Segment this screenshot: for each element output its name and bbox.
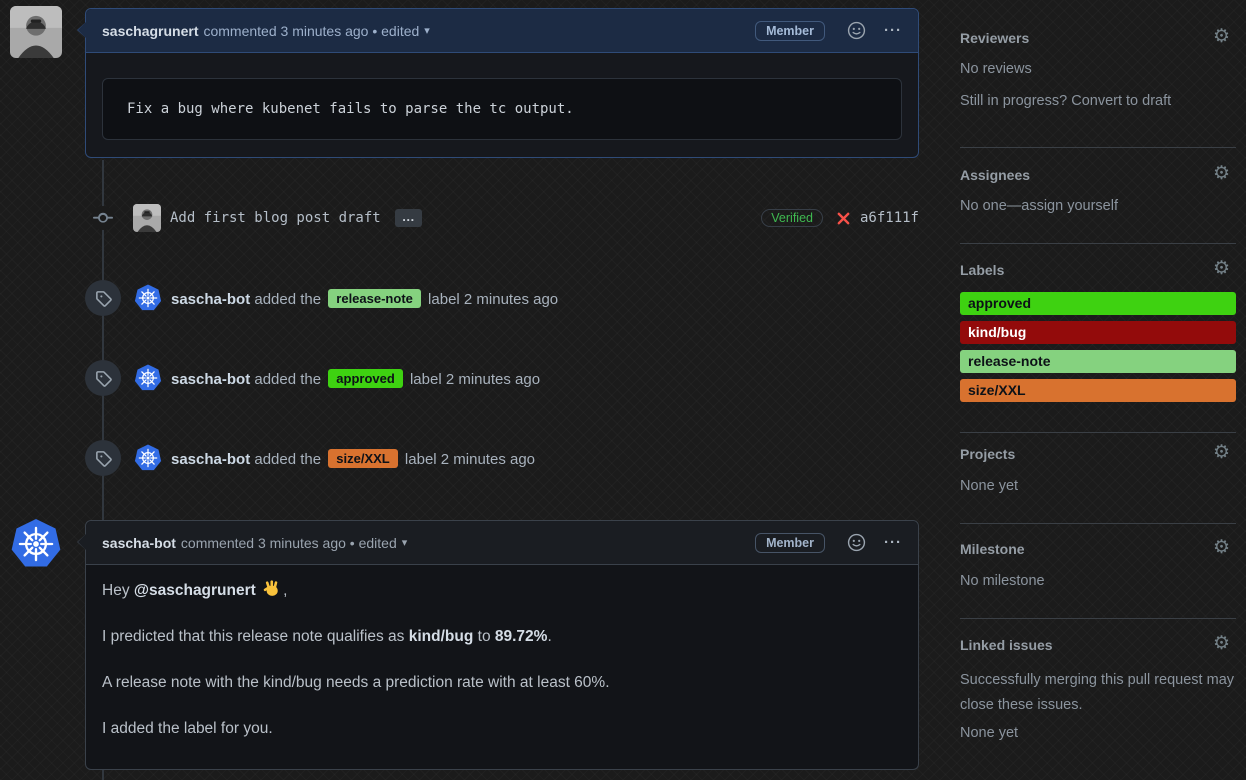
sidebar-divider xyxy=(960,432,1236,433)
reviewers-empty: No reviews xyxy=(960,61,1236,77)
comment-options-button[interactable]: ··· xyxy=(884,22,902,39)
comment-body: Hey @saschagrunert , I predicted that th… xyxy=(86,565,918,765)
verified-badge[interactable]: Verified xyxy=(761,209,823,227)
sidebar-label-size-xxl[interactable]: size/XXL xyxy=(960,379,1236,402)
bubble-caret xyxy=(78,22,86,38)
commit-event-row: Add first blog post draft … Verified a6f… xyxy=(85,200,919,236)
assignees-section-header: Assignees ⚙ xyxy=(960,167,1236,185)
reviewers-title: Reviewers xyxy=(960,30,1029,46)
sidebar-label-approved[interactable]: approved xyxy=(960,292,1236,315)
commit-sha-link[interactable]: a6f111f xyxy=(860,210,919,226)
edited-dropdown-caret[interactable]: ▾ xyxy=(402,536,408,549)
sidebar-divider xyxy=(960,618,1236,619)
labels-gear-icon[interactable]: ⚙ xyxy=(1213,259,1230,278)
label-event-row: sascha-bot added the approved label 2 mi… xyxy=(85,360,919,396)
emoji-reaction-button[interactable] xyxy=(847,21,866,40)
assignees-empty[interactable]: No one—assign yourself xyxy=(960,198,1236,214)
edited-dropdown-caret[interactable]: ▾ xyxy=(424,24,430,37)
avatar-sascha-bot[interactable] xyxy=(10,518,62,570)
linked-issues-section-header: Linked issues ⚙ xyxy=(960,637,1236,655)
wave-emoji xyxy=(262,579,281,598)
label-event-row: sascha-bot added the release-note label … xyxy=(85,280,919,316)
comment-header: sascha-bot commented 3 minutes ago • edi… xyxy=(86,521,918,565)
reviewers-hint: Still in progress? Convert to draft xyxy=(960,93,1236,109)
labels-title: Labels xyxy=(960,262,1004,278)
tag-event-badge xyxy=(85,440,121,476)
tag-event-badge xyxy=(85,360,121,396)
milestone-title: Milestone xyxy=(960,541,1025,557)
reviewers-section-header: Reviewers ⚙ xyxy=(960,30,1236,48)
comment-meta: commented 3 minutes ago • edited xyxy=(203,23,419,39)
commit-message-link[interactable]: Add first blog post draft xyxy=(170,210,381,226)
comment-paragraph: Hey @saschagrunert , xyxy=(102,579,902,603)
linked-issues-desc: Successfully merging this pull request m… xyxy=(960,668,1236,718)
milestone-gear-icon[interactable]: ⚙ xyxy=(1213,538,1230,557)
comment-author-link[interactable]: sascha-bot xyxy=(102,535,176,551)
comment-paragraph: I added the label for you. xyxy=(102,717,902,741)
linked-issues-empty: None yet xyxy=(960,725,1236,741)
sidebar-label-release-note[interactable]: release-note xyxy=(960,350,1236,373)
projects-title: Projects xyxy=(960,446,1015,462)
projects-gear-icon[interactable]: ⚙ xyxy=(1213,443,1230,462)
avatar-sascha-bot-small[interactable] xyxy=(134,284,162,312)
event-author-link[interactable]: sascha-bot xyxy=(171,371,250,388)
label-pill[interactable]: approved xyxy=(328,369,403,388)
comment-paragraph: I predicted that this release note quali… xyxy=(102,625,902,649)
event-suffix: label 2 minutes ago xyxy=(405,451,535,468)
sidebar-divider xyxy=(960,147,1236,148)
bubble-caret xyxy=(78,534,86,550)
label-pill[interactable]: size/XXL xyxy=(328,449,397,468)
event-action: added the xyxy=(254,451,321,468)
emoji-reaction-button[interactable] xyxy=(847,533,866,552)
comment-body: Fix a bug where kubenet fails to parse t… xyxy=(86,53,918,156)
comment-meta: commented 3 minutes ago • edited xyxy=(181,535,397,551)
assignees-gear-icon[interactable]: ⚙ xyxy=(1213,164,1230,183)
milestone-empty: No milestone xyxy=(960,573,1236,589)
avatar-sascha-bot-small[interactable] xyxy=(134,364,162,392)
smiley-icon xyxy=(847,21,866,40)
event-author-link[interactable]: sascha-bot xyxy=(171,451,250,468)
commit-icon xyxy=(91,206,115,230)
status-failed-icon[interactable] xyxy=(836,211,851,226)
labels-section-header: Labels ⚙ xyxy=(960,262,1236,280)
pull-request-page: saschagrunert commented 3 minutes ago • … xyxy=(0,0,1246,780)
tag-icon xyxy=(95,370,112,387)
sidebar-divider xyxy=(960,523,1236,524)
event-suffix: label 2 minutes ago xyxy=(428,291,558,308)
milestone-section-header: Milestone ⚙ xyxy=(960,541,1236,559)
comment-paragraph: A release note with the kind/bug needs a… xyxy=(102,671,902,695)
tag-icon xyxy=(95,290,112,307)
event-action: added the xyxy=(254,291,321,308)
comment-sascha-bot: sascha-bot commented 3 minutes ago • edi… xyxy=(85,520,919,770)
comment-options-button[interactable]: ··· xyxy=(884,534,902,551)
comment-header: saschagrunert commented 3 minutes ago • … xyxy=(86,9,918,53)
assignees-title: Assignees xyxy=(960,167,1030,183)
comment-author-link[interactable]: saschagrunert xyxy=(102,23,198,39)
event-action: added the xyxy=(254,371,321,388)
convert-to-draft-link[interactable]: Convert to draft xyxy=(1071,93,1171,109)
code-block: Fix a bug where kubenet fails to parse t… xyxy=(102,78,902,140)
member-badge: Member xyxy=(755,21,825,41)
tag-event-badge xyxy=(85,280,121,316)
linked-issues-gear-icon[interactable]: ⚙ xyxy=(1213,634,1230,653)
mention-link[interactable]: @saschagrunert xyxy=(134,582,256,599)
linked-issues-title: Linked issues xyxy=(960,637,1053,653)
reviewers-gear-icon[interactable]: ⚙ xyxy=(1213,27,1230,46)
sidebar-label-kind-bug[interactable]: kind/bug xyxy=(960,321,1236,344)
member-badge: Member xyxy=(755,533,825,553)
label-event-row: sascha-bot added the size/XXL label 2 mi… xyxy=(85,440,919,476)
projects-section-header: Projects ⚙ xyxy=(960,446,1236,464)
comment-saschagrunert: saschagrunert commented 3 minutes ago • … xyxy=(85,8,919,158)
sidebar-divider xyxy=(960,243,1236,244)
event-suffix: label 2 minutes ago xyxy=(410,371,540,388)
projects-empty: None yet xyxy=(960,478,1236,494)
event-author-link[interactable]: sascha-bot xyxy=(171,291,250,308)
commit-description-toggle[interactable]: … xyxy=(395,209,422,227)
avatar-saschagrunert-small[interactable] xyxy=(133,204,161,232)
smiley-icon xyxy=(847,533,866,552)
tag-icon xyxy=(95,450,112,467)
label-pill[interactable]: release-note xyxy=(328,289,421,308)
avatar-sascha-bot-small[interactable] xyxy=(134,444,162,472)
avatar-saschagrunert[interactable] xyxy=(10,6,62,58)
